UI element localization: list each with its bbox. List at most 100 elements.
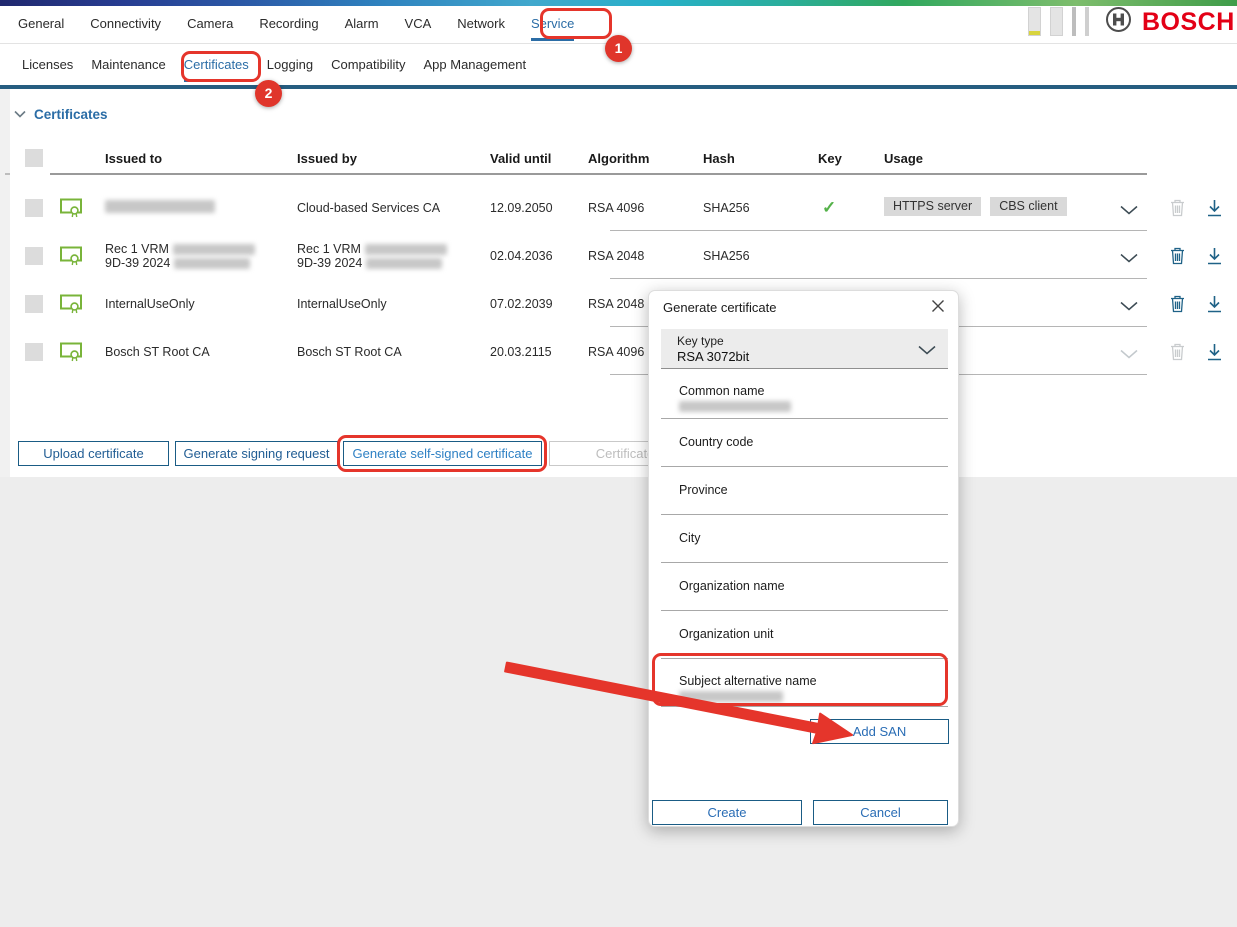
usage-dropdown-chevron-icon (1120, 346, 1140, 366)
left-gutter (0, 89, 10, 477)
row-checkbox[interactable] (25, 295, 43, 313)
key-type-value: RSA 3072bit (677, 349, 749, 364)
redacted-text (174, 258, 250, 269)
issued-by-value: Cloud-based Services CA (297, 201, 440, 215)
common-name-input[interactable] (661, 418, 948, 419)
tab-connectivity[interactable]: Connectivity (90, 6, 161, 44)
app-window: General Connectivity Camera Recording Al… (0, 0, 1237, 927)
usage-dropdown-chevron-icon[interactable] (1120, 298, 1140, 318)
col-key: Key (818, 151, 842, 166)
close-icon[interactable] (931, 299, 947, 315)
cancel-button[interactable]: Cancel (813, 800, 948, 825)
tab-recording[interactable]: Recording (259, 6, 318, 44)
page-background (0, 477, 1237, 927)
collapse-chevron-icon (14, 105, 26, 123)
country-code-label: Country code (679, 435, 753, 449)
annotation-step-1: 1 (605, 35, 632, 62)
redacted-text (365, 244, 447, 255)
generate-signing-request-button[interactable]: Generate signing request (175, 441, 338, 466)
generate-certificate-dialog: Generate certificate Key type RSA 3072bi… (648, 290, 959, 827)
download-icon[interactable] (1206, 199, 1226, 219)
tab-general[interactable]: General (18, 6, 64, 44)
dialog-title: Generate certificate (663, 300, 776, 315)
chevron-down-icon (918, 342, 936, 360)
usage-dropdown-chevron-icon[interactable] (1120, 250, 1140, 270)
trash-icon[interactable] (1169, 294, 1189, 314)
divider (5, 173, 10, 175)
subject-alternative-name-label: Subject alternative name (679, 674, 817, 688)
tab-camera[interactable]: Camera (187, 6, 233, 44)
tab-network[interactable]: Network (457, 6, 505, 44)
redacted-text (679, 691, 783, 702)
valid-until-value: 12.09.2050 (490, 201, 553, 215)
usage-tags: HTTPS serverCBS client (884, 197, 1076, 216)
redacted-text (679, 401, 791, 412)
province-input[interactable] (661, 514, 948, 515)
checkmark-icon: ✓ (822, 198, 836, 218)
add-san-button[interactable]: Add SAN (810, 719, 949, 744)
tab-compatibility[interactable]: Compatibility (331, 48, 405, 85)
row-checkbox[interactable] (25, 199, 43, 217)
issued-by-value: Rec 1 VRM 9D-39 2024 (297, 242, 447, 270)
tab-licenses[interactable]: Licenses (22, 48, 73, 85)
generate-self-signed-certificate-button[interactable]: Generate self-signed certificate (343, 441, 542, 466)
organization-unit-input[interactable] (661, 658, 948, 659)
valid-until-value: 20.03.2115 (490, 345, 552, 359)
col-issued-by: Issued by (297, 151, 357, 166)
certificate-icon (60, 294, 83, 319)
issued-to-value: Bosch ST Root CA (105, 345, 210, 359)
redacted-text (105, 200, 215, 213)
tab-app-management[interactable]: App Management (424, 48, 527, 85)
common-name-label: Common name (679, 384, 764, 398)
country-code-input[interactable] (661, 466, 948, 467)
trash-icon (1169, 342, 1189, 362)
select-all-checkbox[interactable] (25, 149, 43, 167)
trash-icon (1169, 198, 1189, 218)
annotation-step-2: 2 (255, 80, 282, 107)
col-hash: Hash (703, 151, 735, 166)
col-usage: Usage (884, 151, 923, 166)
key-type-select[interactable]: Key type RSA 3072bit (661, 329, 948, 369)
redacted-text (366, 258, 442, 269)
create-button[interactable]: Create (652, 800, 802, 825)
brand-area: BOSCH (1105, 6, 1235, 38)
province-label: Province (679, 483, 728, 497)
usage-field-underline (610, 230, 1147, 231)
row-checkbox[interactable] (25, 247, 43, 265)
city-label: City (679, 531, 701, 545)
row-checkbox[interactable] (25, 343, 43, 361)
section-title: Certificates (34, 107, 108, 122)
download-icon[interactable] (1206, 247, 1226, 267)
tab-maintenance[interactable]: Maintenance (91, 48, 165, 85)
tab-certificates[interactable]: Certificates (184, 48, 249, 85)
load-gauge (1072, 7, 1076, 36)
subject-alternative-name-input[interactable] (661, 706, 948, 707)
download-icon[interactable] (1206, 295, 1226, 315)
hash-value: SHA256 (703, 201, 750, 215)
city-input[interactable] (661, 562, 948, 563)
algorithm-value: RSA 4096 (588, 201, 644, 215)
redacted-text (173, 244, 255, 255)
load-gauge (1028, 7, 1041, 36)
algorithm-value: RSA 2048 (588, 249, 644, 263)
certificate-icon (60, 342, 83, 367)
issued-to-value: InternalUseOnly (105, 297, 195, 311)
algorithm-value: RSA 2048 (588, 297, 644, 311)
issued-by-value: Bosch ST Root CA (297, 345, 402, 359)
certificates-section-header[interactable]: Certificates (14, 105, 108, 123)
trash-icon[interactable] (1169, 246, 1189, 266)
issued-to-value: Rec 1 VRM 9D-39 2024 (105, 242, 255, 270)
issued-by-value: InternalUseOnly (297, 297, 387, 311)
tab-vca[interactable]: VCA (405, 6, 432, 44)
tab-service[interactable]: Service (531, 6, 574, 44)
section-divider (0, 85, 1237, 89)
tab-alarm[interactable]: Alarm (345, 6, 379, 44)
usage-tag: HTTPS server (884, 197, 981, 216)
certificate-icon (60, 198, 83, 223)
organization-name-input[interactable] (661, 610, 948, 611)
download-icon[interactable] (1206, 343, 1226, 363)
valid-until-value: 07.02.2039 (490, 297, 553, 311)
tab-logging[interactable]: Logging (267, 48, 313, 85)
usage-dropdown-chevron-icon[interactable] (1120, 202, 1140, 222)
upload-certificate-button[interactable]: Upload certificate (18, 441, 169, 466)
